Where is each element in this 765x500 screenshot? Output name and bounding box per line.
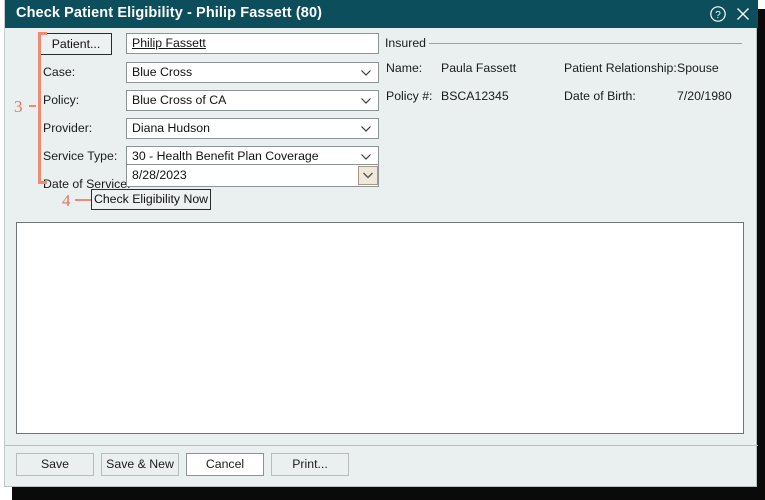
date-picker-button[interactable] bbox=[358, 166, 378, 185]
patient-relationship-value: Spouse bbox=[677, 61, 719, 75]
policy-label: Policy: bbox=[43, 93, 80, 107]
provider-select[interactable]: Diana Hudson bbox=[126, 118, 379, 139]
service-type-value: 30 - Health Benefit Plan Coverage bbox=[132, 149, 319, 163]
footer-divider bbox=[5, 445, 758, 446]
annotation-3-leader bbox=[29, 105, 36, 107]
insured-policy-number-value: BSCA12345 bbox=[441, 89, 509, 103]
insured-name-label: Name: bbox=[386, 61, 423, 75]
chevron-down-icon bbox=[361, 98, 371, 104]
case-value: Blue Cross bbox=[132, 65, 193, 79]
patient-name-link[interactable]: Philip Fassett bbox=[132, 36, 206, 50]
case-label: Case: bbox=[43, 65, 76, 79]
patient-name-field[interactable]: Philip Fassett bbox=[126, 33, 379, 54]
eligibility-results-panel[interactable] bbox=[16, 222, 744, 434]
window-shadow-right bbox=[757, 9, 765, 500]
help-circle-icon[interactable]: ? bbox=[708, 4, 728, 24]
chevron-down-icon bbox=[361, 126, 371, 132]
policy-select[interactable]: Blue Cross of CA bbox=[126, 90, 379, 111]
annotation-4-leader bbox=[75, 199, 91, 201]
chevron-down-icon bbox=[362, 172, 374, 179]
date-of-service-input[interactable]: 8/28/2023 bbox=[126, 164, 379, 187]
print-button[interactable]: Print... bbox=[271, 453, 349, 476]
eligibility-dialog-window: Check Patient Eligibility - Philip Fasse… bbox=[4, 0, 758, 487]
insured-policy-number-label: Policy #: bbox=[386, 89, 433, 103]
svg-text:?: ? bbox=[715, 10, 721, 21]
window-title: Check Patient Eligibility - Philip Fasse… bbox=[16, 5, 323, 21]
provider-value: Diana Hudson bbox=[132, 121, 210, 135]
save-button[interactable]: Save bbox=[16, 453, 94, 476]
insured-name-value: Paula Fassett bbox=[441, 61, 517, 75]
case-select[interactable]: Blue Cross bbox=[126, 62, 379, 83]
cancel-button[interactable]: Cancel bbox=[186, 453, 264, 476]
title-bar: Check Patient Eligibility - Philip Fasse… bbox=[5, 0, 758, 28]
insured-group-divider bbox=[429, 43, 742, 44]
date-of-birth-value: 7/20/1980 bbox=[677, 89, 732, 103]
provider-label: Provider: bbox=[43, 121, 93, 135]
insured-group-label: Insured bbox=[385, 36, 427, 50]
check-eligibility-now-button[interactable]: Check Eligibility Now bbox=[91, 189, 211, 210]
annotation-4-number: 4 bbox=[62, 191, 71, 210]
close-icon[interactable] bbox=[733, 4, 753, 24]
patient-button[interactable]: Patient... bbox=[40, 33, 112, 55]
date-of-service-value: 8/28/2023 bbox=[132, 168, 187, 182]
annotation-3-bracket-bottom bbox=[38, 181, 47, 184]
window-shadow-bottom bbox=[12, 487, 765, 500]
patient-relationship-label: Patient Relationship: bbox=[564, 61, 677, 75]
service-type-label: Service Type: bbox=[43, 149, 118, 163]
date-of-birth-label: Date of Birth: bbox=[564, 89, 636, 103]
annotation-3-number: 3 bbox=[14, 97, 23, 116]
policy-value: Blue Cross of CA bbox=[132, 93, 227, 107]
annotation-3-bracket-stem bbox=[38, 32, 41, 184]
chevron-down-icon bbox=[361, 70, 371, 76]
save-and-new-button[interactable]: Save & New bbox=[101, 453, 179, 476]
